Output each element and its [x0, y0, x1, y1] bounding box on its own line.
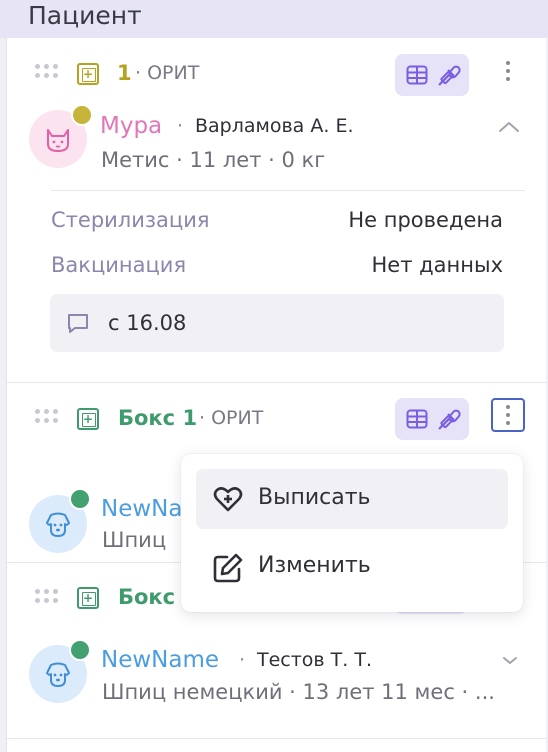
pet-info: Метис · 11 лет · 0 кг [101, 148, 326, 172]
menu-item-label: Выписать [258, 485, 371, 510]
separator: · [177, 115, 184, 137]
pet-info: Шпиц [102, 528, 167, 552]
pet-info: Шпиц немецкий · 13 лет 11 мес · ... [102, 680, 495, 704]
box-icon [77, 587, 99, 609]
menu-item-label: Изменить [258, 553, 371, 578]
pet-name[interactable]: Мура [100, 111, 162, 141]
context-menu: Выписать Изменить [181, 454, 523, 612]
note-box[interactable]: с 16.08 [50, 294, 504, 352]
status-indicator [71, 104, 93, 126]
more-options-button[interactable] [491, 54, 525, 88]
drag-handle-icon[interactable] [35, 64, 58, 78]
edit-menu-item[interactable]: Изменить [196, 537, 508, 597]
heart-plus-icon [213, 487, 243, 512]
note-text: с 16.08 [108, 311, 187, 335]
syringe-pill-icon[interactable] [435, 407, 461, 433]
comment-icon [68, 314, 88, 333]
status-indicator [69, 639, 91, 661]
discharge-menu-item[interactable]: Выписать [196, 469, 508, 529]
patient-card: 1 · ОРИТ [7, 38, 547, 382]
patient-list: 1 · ОРИТ [6, 38, 547, 752]
more-options-button[interactable] [491, 398, 525, 432]
header: Пациент [0, 0, 548, 38]
drag-handle-icon[interactable] [35, 589, 58, 603]
owner-name[interactable]: Варламова А. Е. [195, 111, 354, 141]
card-divider [7, 738, 547, 739]
action-pill [395, 398, 469, 440]
department-name: ОРИТ [147, 62, 200, 84]
cat-icon [47, 129, 69, 152]
owner-name[interactable]: Тестов Т. Т. [257, 645, 372, 675]
divider [51, 190, 525, 191]
sterilization-label: Стерилизация [51, 208, 210, 232]
vaccination-value: Нет данных [371, 253, 503, 277]
department-label: · ОРИТ [135, 62, 200, 84]
status-indicator [69, 488, 91, 510]
chevron-down-icon[interactable] [501, 655, 519, 666]
dog-icon [46, 512, 70, 537]
pet-name[interactable]: NewName [101, 645, 219, 675]
chevron-up-icon[interactable] [497, 120, 521, 134]
box-icon [77, 63, 99, 85]
drag-handle-icon[interactable] [35, 409, 58, 423]
table-icon[interactable] [405, 407, 429, 431]
box-number: 1 [117, 61, 132, 85]
action-pill [395, 54, 469, 96]
dog-icon [46, 662, 70, 687]
edit-icon [213, 553, 243, 583]
box-number: Бокс [118, 585, 176, 609]
sterilization-value: Не проведена [348, 208, 503, 232]
department-name: ОРИТ [211, 407, 264, 429]
box-icon [77, 408, 99, 430]
vaccination-label: Вакцинация [51, 253, 187, 277]
page-title: Пациент [28, 1, 142, 30]
separator: · [239, 649, 246, 671]
pet-name[interactable]: NewNa [101, 494, 182, 524]
syringe-pill-icon[interactable] [435, 63, 461, 89]
department-label: · ОРИТ [199, 407, 264, 429]
table-icon[interactable] [405, 63, 429, 87]
box-number: Бокс 1 [118, 406, 198, 430]
